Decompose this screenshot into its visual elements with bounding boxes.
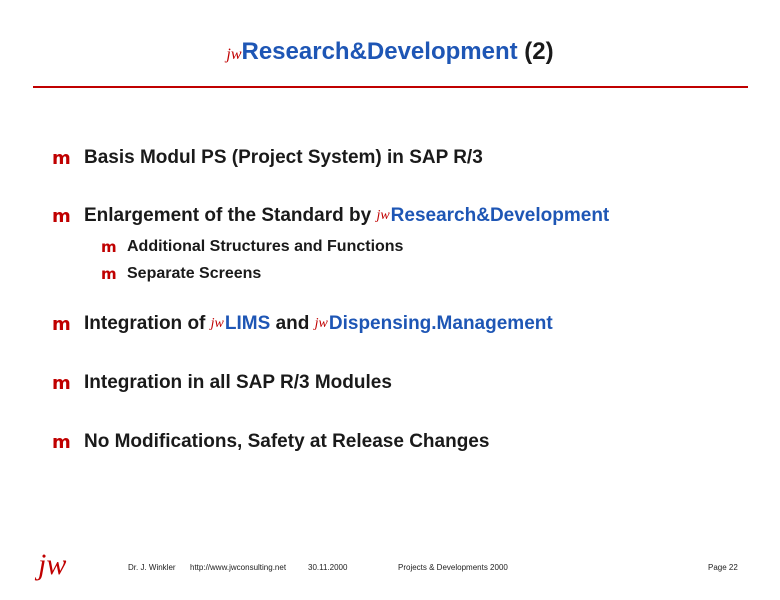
- bullet-5-text: No Modifications, Safety at Release Chan…: [84, 431, 490, 452]
- bullet-3-text: Integration of: [84, 313, 206, 334]
- sub-bullet-2: m Separate Screens: [101, 265, 261, 283]
- bullet-4: m Integration in all SAP R/3 Modules: [52, 372, 392, 394]
- sub-bullet-2-text: Separate Screens: [127, 265, 262, 282]
- title-research-development: Research&Development: [241, 38, 518, 65]
- bullet-4-text: Integration in all SAP R/3 Modules: [84, 372, 392, 393]
- jw-prefix: jw: [314, 316, 328, 331]
- bullet-marker-icon: m: [52, 431, 71, 453]
- bullet-1: m Basis Modul PS (Project System) in SAP…: [52, 147, 483, 169]
- slide-title: jwResearch&Development (2): [0, 38, 780, 66]
- sub-bullet-1-text: Additional Structures and Functions: [127, 238, 404, 255]
- bullet-3-dispensing: Dispensing.Management: [328, 313, 553, 334]
- bullet-marker-icon: m: [52, 205, 71, 227]
- footer-jw-logo: jw: [38, 548, 67, 581]
- bullet-3-and: and: [275, 313, 310, 334]
- bullet-2-product: Research&Development: [390, 205, 610, 226]
- jw-prefix: jw: [376, 208, 390, 223]
- title-suffix: (2): [517, 38, 554, 65]
- sub-bullet-marker-icon: m: [101, 238, 117, 256]
- title-jw-prefix: jw: [226, 46, 242, 63]
- bullet-marker-icon: m: [52, 372, 71, 394]
- bullet-marker-icon: m: [52, 147, 71, 169]
- bullet-5: m No Modifications, Safety at Release Ch…: [52, 431, 489, 453]
- bullet-2: m Enlargement of the Standard by jw Resea…: [52, 205, 609, 227]
- footer-date: 30.11.2000: [308, 563, 348, 572]
- bullet-marker-icon: m: [52, 313, 71, 335]
- bullet-3: m Integration of jw LIMS and jw Dispensing…: [52, 313, 553, 335]
- bullet-2-text: Enlargement of the Standard by: [84, 205, 372, 226]
- footer-presentation-title: Projects & Developments 2000: [398, 563, 508, 572]
- jw-prefix: jw: [210, 316, 224, 331]
- footer-author: Dr. J. Winkler: [128, 563, 176, 572]
- bullet-3-lims: LIMS: [224, 313, 271, 334]
- sub-bullet-1: m Additional Structures and Functions: [101, 238, 403, 256]
- sub-bullet-marker-icon: m: [101, 265, 117, 283]
- footer-page-number: Page 22: [708, 563, 738, 572]
- bullet-1-text: Basis Modul PS (Project System) in SAP R…: [84, 147, 483, 168]
- footer-url[interactable]: http://www.jwconsulting.net: [190, 563, 286, 572]
- title-divider: [33, 86, 748, 88]
